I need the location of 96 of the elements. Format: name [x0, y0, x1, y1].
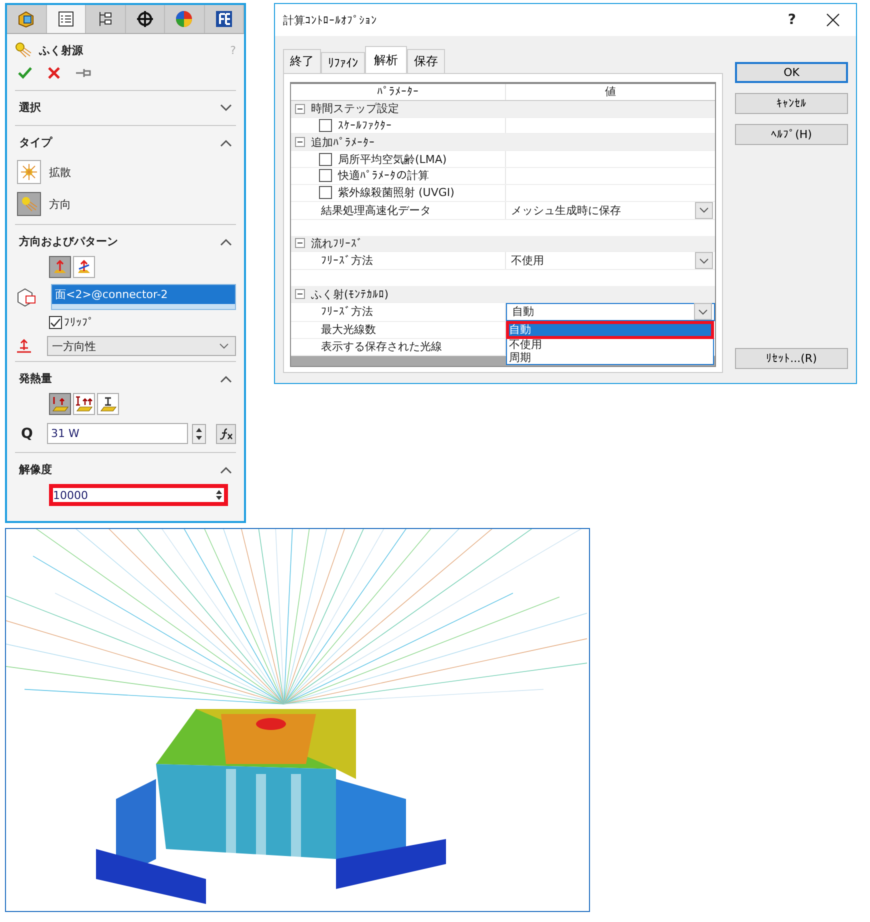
- dialog-button[interactable]: ﾍﾙﾌﾟ(H): [735, 124, 848, 145]
- panel-tab[interactable]: [86, 5, 126, 33]
- type-option-button[interactable]: [17, 160, 41, 184]
- crosshair-icon: [136, 10, 154, 28]
- mode-button[interactable]: [97, 393, 119, 415]
- group-label: 追加ﾊﾟﾗﾒｰﾀｰ: [311, 134, 375, 150]
- heat-symbol: Q: [21, 426, 34, 442]
- dialog-button[interactable]: OK: [735, 62, 848, 83]
- dialog-tab[interactable]: 保存: [407, 49, 445, 73]
- section-title: 発熱量: [19, 371, 52, 386]
- chevron-down-icon: [698, 308, 708, 315]
- panel-tab[interactable]: [46, 5, 86, 33]
- heat-value-field[interactable]: 31 W: [47, 423, 188, 444]
- radiation-source-icon: [20, 195, 38, 213]
- resolution-field[interactable]: 10000: [49, 484, 228, 506]
- parameter-label: 結果処理高速化データ: [321, 202, 431, 218]
- checkbox[interactable]: [319, 152, 332, 166]
- section-title: 解像度: [19, 462, 52, 477]
- chevron-down-icon: [219, 343, 229, 349]
- window-title: 計算ｺﾝﾄﾛｰﾙｵﾌﾟｼｮﾝ: [283, 12, 377, 28]
- parameter-label: 紫外線殺菌照射 (UVGI): [338, 185, 454, 200]
- dialog-button[interactable]: ｷｬﾝｾﾙ: [735, 93, 848, 114]
- document-icon: [214, 10, 233, 28]
- burst-icon: [20, 163, 38, 181]
- option-label: 方向: [49, 196, 71, 212]
- dropdown-option[interactable]: 不使用: [507, 338, 713, 351]
- heat-plate-icon: [51, 395, 69, 413]
- section-title: 方向およびパターン: [19, 234, 118, 249]
- collapse-icon[interactable]: [220, 466, 232, 474]
- type-option-button[interactable]: [17, 192, 41, 216]
- value-dropdown[interactable]: メッシュ生成時に保存: [506, 202, 715, 219]
- selection-list[interactable]: 面<2>@connector-2: [51, 284, 236, 310]
- collapse-icon[interactable]: [220, 238, 232, 246]
- parameter-label: 局所平均空気齢(LMA): [338, 152, 447, 167]
- list-item[interactable]: 面<2>@connector-2: [52, 285, 235, 304]
- parameter-label: 最大光線数: [321, 322, 376, 338]
- parameter-label: 快適ﾊﾟﾗﾒｰﾀの計算: [338, 168, 429, 184]
- help-button[interactable]: ?: [788, 12, 796, 28]
- chevron-down-icon: [699, 258, 709, 264]
- mode-button[interactable]: [73, 256, 95, 278]
- pin-icon[interactable]: [75, 67, 91, 79]
- column-header: ﾊﾟﾗﾒｰﾀｰ: [291, 84, 506, 100]
- column-header: 値: [604, 84, 617, 100]
- collapse-icon[interactable]: [295, 238, 305, 248]
- panel-title: ふく射源: [39, 42, 83, 58]
- heat-plate-icon: [99, 395, 117, 413]
- value-dropdown[interactable]: 不使用: [506, 252, 715, 270]
- part-icon: [16, 10, 36, 28]
- chevron-down-icon: [699, 207, 709, 214]
- spinner-icon[interactable]: [192, 424, 206, 444]
- parameter-label: 表示する保存された光線: [321, 339, 442, 354]
- checkbox[interactable]: [319, 169, 332, 182]
- dropdown-option[interactable]: 周期: [507, 350, 713, 364]
- face-selection-icon: [15, 287, 37, 307]
- collapse-icon[interactable]: [220, 374, 232, 382]
- expand-icon[interactable]: [220, 104, 232, 112]
- function-button[interactable]: [216, 424, 236, 444]
- panel-tab[interactable]: [7, 5, 46, 33]
- panel-tab[interactable]: [126, 5, 165, 33]
- color-wheel-icon: [175, 10, 194, 28]
- dialog-tab[interactable]: 終了: [283, 49, 321, 73]
- parameter-label: ｽｹｰﾙﾌｧｸﾀｰ: [338, 119, 392, 132]
- section-title: 選択: [19, 100, 41, 115]
- checkbox-label: ﾌﾘｯﾌﾟ: [64, 316, 94, 329]
- pattern-dropdown[interactable]: 一方向性: [47, 336, 236, 356]
- collapse-icon[interactable]: [220, 138, 232, 146]
- collapse-icon[interactable]: [295, 289, 305, 300]
- close-icon[interactable]: [826, 13, 840, 27]
- collapse-icon[interactable]: [295, 137, 305, 148]
- panel-tab[interactable]: [204, 5, 244, 33]
- confirm-icon[interactable]: [17, 66, 33, 80]
- collapse-icon[interactable]: [295, 104, 305, 114]
- group-label: 流れﾌﾘｰｽﾞ: [311, 236, 363, 251]
- group-label: 時間ステップ設定: [311, 101, 399, 116]
- function-icon: [219, 428, 233, 440]
- group-label: ふく射(ﾓﾝﾃｶﾙﾛ): [311, 286, 389, 302]
- parameter-label: ﾌﾘｰｽﾞ方法: [321, 304, 373, 320]
- axis-arrows-icon: [76, 259, 92, 275]
- dropdown-option[interactable]: 自動: [507, 322, 713, 338]
- checkbox[interactable]: [319, 119, 332, 132]
- reset-button[interactable]: ﾘｾｯﾄ...(R): [735, 348, 848, 369]
- spinner-icon[interactable]: [214, 488, 224, 502]
- heat-plate-icon: [75, 395, 93, 413]
- direction-arrow-icon: [15, 338, 33, 354]
- section-title: タイプ: [19, 135, 52, 150]
- dialog-tab[interactable]: 解析: [365, 46, 407, 73]
- parameter-label: ﾌﾘｰｽﾞ方法: [321, 253, 373, 268]
- radiation-source-icon: [15, 42, 33, 58]
- list-icon: [56, 10, 75, 28]
- normal-arrow-icon: [52, 259, 68, 275]
- checkbox[interactable]: [319, 186, 332, 200]
- field-value: 10000: [53, 488, 89, 502]
- checkbox[interactable]: [49, 316, 62, 329]
- mode-button[interactable]: [73, 393, 95, 415]
- option-label: 拡散: [49, 164, 71, 180]
- dialog-tab[interactable]: ﾘﾌｧｲﾝ: [321, 52, 365, 73]
